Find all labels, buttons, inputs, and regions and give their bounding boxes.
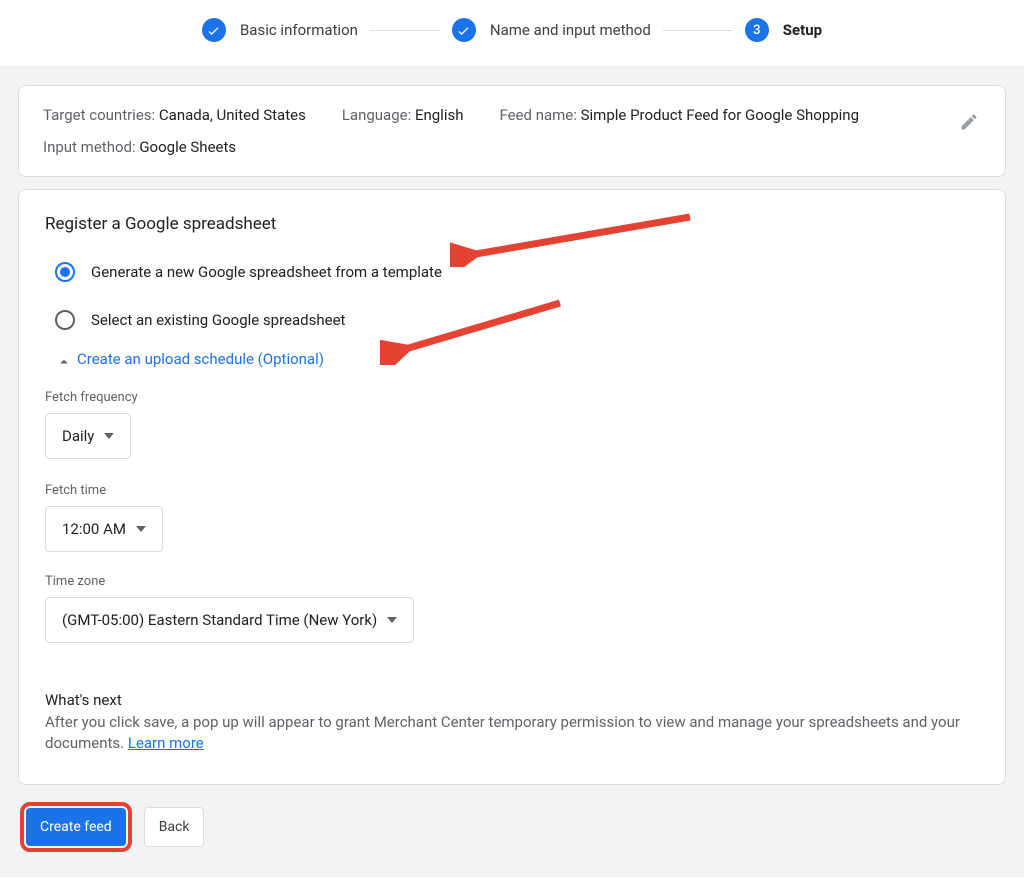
step-setup: 3 Setup bbox=[745, 18, 822, 42]
stepper-header: Basic information Name and input method … bbox=[0, 0, 1024, 67]
step1-label: Basic information bbox=[240, 21, 358, 39]
summary-feedname: Feed name: Simple Product Feed for Googl… bbox=[499, 106, 859, 124]
radio-generate-label: Generate a new Google spreadsheet from a… bbox=[91, 263, 442, 281]
summary-countries: Target countries: Canada, United States bbox=[43, 106, 306, 124]
step-connector bbox=[370, 30, 440, 31]
action-row: Create feed Back bbox=[18, 807, 1006, 847]
check-icon bbox=[202, 18, 226, 42]
whats-next-body: After you click save, a pop up will appe… bbox=[45, 712, 979, 754]
fetch-frequency-select[interactable]: Daily bbox=[45, 413, 131, 459]
timezone-select[interactable]: (GMT-05:00) Eastern Standard Time (New Y… bbox=[45, 597, 414, 643]
back-button[interactable]: Back bbox=[144, 807, 205, 847]
fetch-time-value: 12:00 AM bbox=[62, 520, 126, 538]
summary-language: Language: English bbox=[342, 106, 464, 124]
check-icon bbox=[452, 18, 476, 42]
fetch-time-label: Fetch time bbox=[45, 483, 979, 498]
step-basic-info: Basic information bbox=[202, 18, 358, 42]
step3-number: 3 bbox=[745, 18, 769, 42]
summary-card: Target countries: Canada, United States … bbox=[18, 85, 1006, 177]
step2-label: Name and input method bbox=[490, 21, 651, 39]
upload-schedule-toggle[interactable]: Create an upload schedule (Optional) bbox=[45, 348, 979, 378]
edit-icon[interactable] bbox=[959, 112, 979, 136]
radio-select-existing[interactable]: Select an existing Google spreadsheet bbox=[55, 300, 979, 348]
fetch-time-group: Fetch time 12:00 AM bbox=[45, 483, 979, 552]
step3-label: Setup bbox=[783, 21, 822, 39]
fetch-frequency-group: Fetch frequency Daily bbox=[45, 390, 979, 459]
dropdown-icon bbox=[136, 520, 146, 538]
dropdown-icon bbox=[387, 611, 397, 629]
learn-more-link[interactable]: Learn more bbox=[128, 734, 204, 752]
step-connector bbox=[663, 30, 733, 31]
radio-icon bbox=[55, 262, 75, 282]
chevron-up-icon bbox=[55, 353, 67, 365]
fetch-freq-value: Daily bbox=[62, 427, 94, 445]
timezone-value: (GMT-05:00) Eastern Standard Time (New Y… bbox=[62, 611, 377, 629]
summary-input-method: Input method: Google Sheets bbox=[43, 138, 236, 156]
dropdown-icon bbox=[104, 427, 114, 445]
radio-generate-template[interactable]: Generate a new Google spreadsheet from a… bbox=[55, 252, 979, 300]
fetch-freq-label: Fetch frequency bbox=[45, 390, 979, 405]
whats-next-section: What's next After you click save, a pop … bbox=[45, 691, 979, 754]
radio-icon bbox=[55, 310, 75, 330]
whats-next-heading: What's next bbox=[45, 691, 979, 709]
schedule-link-label: Create an upload schedule (Optional) bbox=[77, 350, 324, 368]
setup-card: Register a Google spreadsheet Generate a… bbox=[18, 189, 1006, 785]
section-title: Register a Google spreadsheet bbox=[45, 214, 979, 234]
step-name-input: Name and input method bbox=[452, 18, 651, 42]
create-feed-button[interactable]: Create feed bbox=[26, 808, 126, 846]
radio-select-label: Select an existing Google spreadsheet bbox=[91, 311, 345, 329]
timezone-label: Time zone bbox=[45, 574, 979, 589]
timezone-group: Time zone (GMT-05:00) Eastern Standard T… bbox=[45, 574, 979, 643]
fetch-time-select[interactable]: 12:00 AM bbox=[45, 506, 163, 552]
